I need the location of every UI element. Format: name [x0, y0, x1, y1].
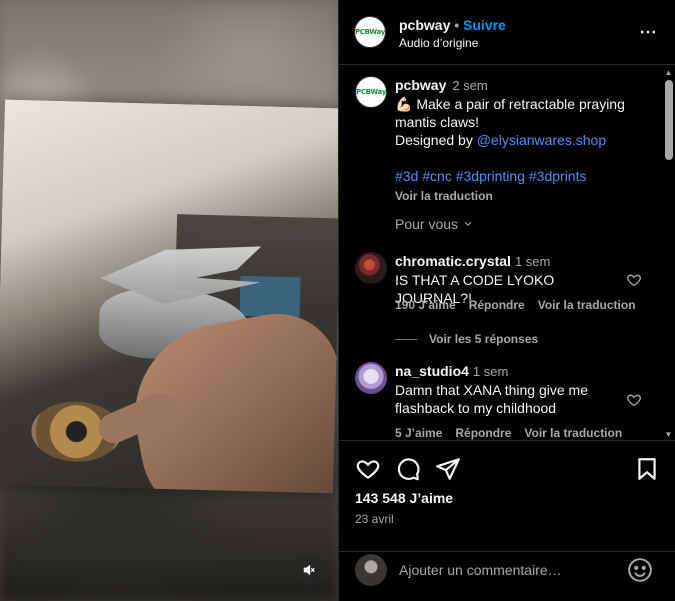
replies-divider	[395, 338, 417, 340]
heart-icon[interactable]	[626, 392, 642, 408]
commenter-username[interactable]: na_studio4	[395, 363, 469, 379]
author-username[interactable]: pcbway	[399, 17, 450, 33]
post-media[interactable]	[0, 0, 338, 601]
view-replies-label: Voir les 5 réponses	[429, 332, 539, 346]
mute-button[interactable]	[294, 555, 324, 585]
commenter-avatar[interactable]	[355, 362, 387, 394]
post-date[interactable]: 23 avril	[355, 512, 394, 526]
designed-by-text: Designed by	[395, 132, 477, 148]
header-user-line: pcbway • Suivre	[399, 17, 506, 33]
follow-button[interactable]: Suivre	[463, 17, 506, 33]
caption-body: pcbway 2 sem 💪🏻 Make a pair of retractabl…	[395, 76, 645, 205]
heart-icon[interactable]	[626, 272, 642, 288]
caption-username[interactable]: pcbway	[395, 77, 446, 93]
post-details-panel: PCBWay pcbway • Suivre Audio d’origine P…	[338, 0, 675, 601]
see-translation-link[interactable]: Voir la traduction	[538, 298, 636, 312]
scroll-down-arrow-icon[interactable]: ▼	[664, 430, 673, 439]
comment-actions: 5 J’aime Répondre Voir la traduction	[395, 426, 635, 440]
commenter-avatar[interactable]	[355, 252, 387, 284]
see-translation-link[interactable]: Voir la traduction	[395, 187, 493, 205]
caption-time: 2 sem	[452, 78, 488, 93]
for-you-dropdown[interactable]: Pour vous	[395, 216, 474, 232]
hashtag-link[interactable]: #3dprints	[529, 168, 587, 184]
view-replies-button[interactable]: Voir les 5 réponses	[395, 332, 538, 346]
caption-text: 💪🏻 Make a pair of retractable praying ma…	[395, 96, 625, 130]
comment-likes[interactable]: 190 J’aime	[395, 298, 456, 312]
comment-input[interactable]	[399, 560, 619, 580]
more-options-icon[interactable]	[638, 22, 658, 42]
separator-dot: •	[454, 17, 464, 33]
current-user-avatar	[355, 554, 387, 586]
hashtag-list: #3d #cnc #3dprinting #3dprints	[395, 167, 645, 185]
comment-icon[interactable]	[395, 456, 421, 482]
comment-text: Damn that XANA thing give me flashback t…	[395, 382, 588, 416]
for-you-label: Pour vous	[395, 216, 459, 232]
hashtag-link[interactable]: #3dprinting	[456, 168, 525, 184]
hashtag-link[interactable]: #cnc	[422, 168, 452, 184]
caption-credit: Designed by @elysianwares.shop	[395, 131, 645, 149]
emoji-icon[interactable]	[627, 557, 653, 583]
reply-button[interactable]: Répondre	[455, 426, 511, 440]
commenter-username[interactable]: chromatic.crystal	[395, 253, 511, 269]
comment-likes[interactable]: 5 J’aime	[395, 426, 442, 440]
scroll-up-arrow-icon[interactable]: ▲	[664, 68, 673, 77]
comments-section[interactable]: PCBWay pcbway 2 sem 💪🏻 Make a pair of ret…	[339, 66, 675, 441]
hashtag-link[interactable]: #3d	[395, 168, 418, 184]
post-header: PCBWay pcbway • Suivre Audio d’origine	[339, 0, 675, 65]
pcbway-logo: PCBWay	[356, 88, 386, 96]
heart-icon[interactable]	[355, 456, 381, 482]
post-likes-count[interactable]: 143 548 J’aime	[355, 490, 453, 506]
mention-link[interactable]: @elysianwares.shop	[477, 132, 606, 148]
comment-time: 1 sem	[514, 254, 551, 269]
reply-button[interactable]: Répondre	[469, 298, 525, 312]
chevron-down-icon	[464, 221, 472, 226]
comment-actions: 190 J’aime Répondre Voir la traduction	[395, 298, 649, 312]
scrollbar-thumb[interactable]	[665, 80, 673, 160]
comment-time: 1 sem	[472, 364, 509, 379]
see-translation-link[interactable]: Voir la traduction	[524, 426, 622, 440]
comments-scrollbar[interactable]: ▲ ▼	[661, 66, 675, 440]
caption-author-avatar[interactable]: PCBWay	[355, 76, 387, 108]
pcbway-logo: PCBWay	[355, 28, 385, 36]
volume-off-icon	[303, 564, 315, 576]
bookmark-icon[interactable]	[634, 456, 660, 482]
comment-body: na_studio4 1 sem Damn that XANA thing giv…	[395, 362, 620, 417]
add-comment-bar	[339, 540, 675, 601]
author-avatar[interactable]: PCBWay	[354, 16, 386, 48]
post-video-frame	[0, 99, 338, 494]
share-icon[interactable]	[435, 456, 461, 482]
audio-label[interactable]: Audio d’origine	[399, 36, 478, 50]
